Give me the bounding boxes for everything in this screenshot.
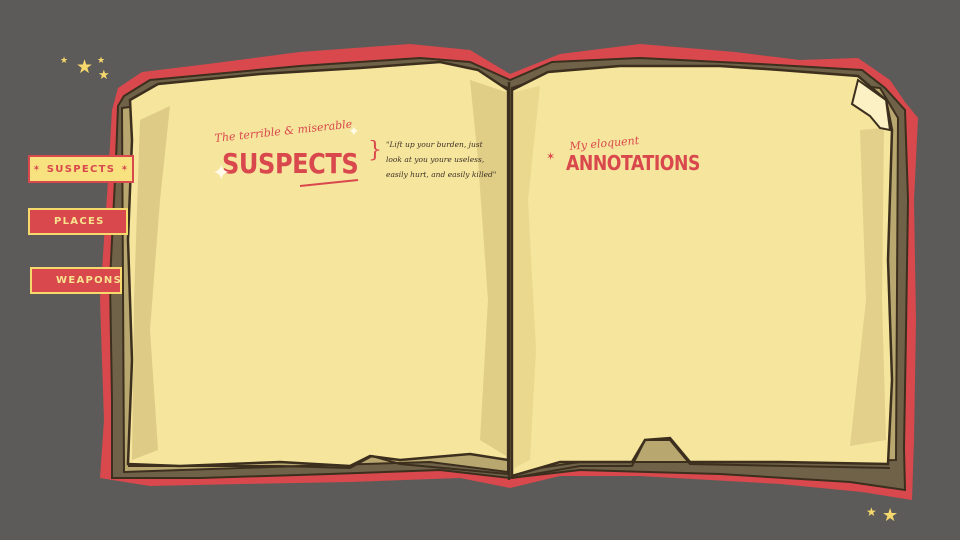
tab-places[interactable]: PLACES — [28, 208, 128, 235]
tab-weapons-label: WEAPONS — [56, 275, 123, 286]
tab-weapons[interactable]: WEAPONS — [30, 267, 122, 294]
sparkle-icon: ✦ — [348, 123, 360, 139]
sparkle-icon: ✦ — [212, 160, 231, 185]
star-icon: ★ — [97, 55, 106, 65]
suspects-quote: "Lift up your burden, just look at you y… — [386, 137, 496, 182]
star-icon: ★ — [76, 57, 94, 78]
quote-line: easily hurt, and easily killed" — [386, 170, 497, 179]
star-icon: ✶ — [32, 164, 42, 174]
quote-line: "Lift up your burden, just — [386, 140, 483, 149]
tab-places-label: PLACES — [54, 216, 105, 227]
suspects-heading: SUSPECTS — [222, 147, 359, 180]
tab-suspects-label: SUSPECTS — [46, 163, 116, 175]
open-book — [100, 44, 918, 500]
star-icon: ★ — [98, 67, 110, 82]
star-icon: ✶ — [120, 164, 130, 174]
curly-brace-icon: } — [368, 138, 382, 163]
star-icon: ★ — [882, 505, 899, 525]
right-page — [510, 64, 894, 478]
tab-suspects[interactable]: ✶ SUSPECTS ✶ — [28, 155, 134, 183]
annotations-heading: ANNOTATIONS — [566, 151, 700, 175]
star-icon: ★ — [60, 55, 69, 65]
star-icon: ★ — [866, 505, 877, 519]
quote-line: look at you youre useless, — [386, 155, 485, 164]
star-icon: ✶ — [546, 151, 556, 163]
